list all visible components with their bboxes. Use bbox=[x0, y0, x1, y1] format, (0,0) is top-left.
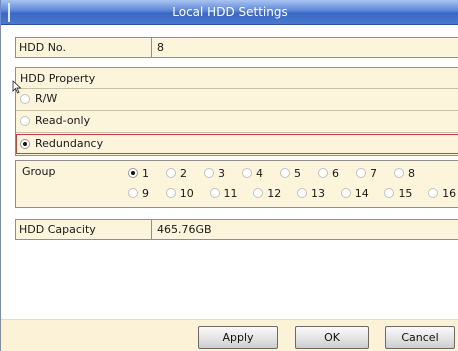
group-options: 1 2 3 4 5 6 7 8 9 10 11 12 13 14 15 16 bbox=[128, 163, 458, 203]
property-option-redundancy-label: Redundancy bbox=[35, 137, 104, 150]
hdd-capacity-row: HDD Capacity 465.76GB bbox=[15, 219, 458, 240]
cancel-button[interactable]: Cancel bbox=[385, 326, 455, 349]
group-option-15[interactable]: 15 bbox=[384, 187, 428, 200]
group-option-label: 1 bbox=[142, 166, 149, 180]
divider bbox=[16, 110, 458, 111]
group-option-label: 6 bbox=[332, 166, 339, 180]
group-option-label: 5 bbox=[294, 166, 301, 180]
group-option-9[interactable]: 9 bbox=[128, 187, 166, 200]
radio-group-11[interactable] bbox=[209, 188, 220, 198]
group-option-5[interactable]: 5 bbox=[280, 167, 318, 180]
hdd-no-label: HDD No. bbox=[19, 41, 66, 54]
group-option-label: 10 bbox=[179, 186, 194, 200]
apply-button[interactable]: Apply bbox=[198, 326, 278, 349]
group-option-3[interactable]: 3 bbox=[204, 167, 242, 180]
button-bar: Apply OK Cancel bbox=[1, 319, 458, 351]
radio-group-10[interactable] bbox=[165, 188, 176, 198]
radio-rw[interactable] bbox=[20, 93, 30, 104]
group-option-label: 11 bbox=[223, 186, 238, 200]
hdd-property-panel: HDD Property R/W Read-only Redundancy bbox=[15, 67, 458, 156]
property-option-read-only[interactable]: Read-only bbox=[20, 112, 90, 129]
radio-group-15[interactable] bbox=[384, 188, 395, 198]
radio-group-13[interactable] bbox=[296, 188, 307, 198]
dialog-title: Local HDD Settings bbox=[172, 5, 288, 19]
group-row-1: 1 2 3 4 5 6 7 8 bbox=[128, 163, 458, 183]
hdd-capacity-value: 465.76GB bbox=[157, 223, 212, 236]
property-option-read-only-label: Read-only bbox=[35, 114, 91, 127]
radio-group-3[interactable] bbox=[204, 168, 214, 178]
group-option-label: 12 bbox=[267, 186, 282, 200]
radio-redundancy[interactable] bbox=[20, 138, 30, 149]
radio-group-5[interactable] bbox=[280, 168, 290, 178]
hdd-property-heading: HDD Property bbox=[20, 72, 96, 85]
group-option-16[interactable]: 16 bbox=[428, 187, 458, 200]
group-option-7[interactable]: 7 bbox=[356, 167, 394, 180]
group-option-2[interactable]: 2 bbox=[166, 167, 204, 180]
group-option-6[interactable]: 6 bbox=[318, 167, 356, 180]
group-option-8[interactable]: 8 bbox=[394, 167, 432, 180]
radio-group-14[interactable] bbox=[340, 188, 351, 198]
radio-group-8[interactable] bbox=[394, 168, 404, 178]
ok-button[interactable]: OK bbox=[295, 326, 369, 349]
group-option-label: 3 bbox=[218, 166, 225, 180]
radio-group-1[interactable] bbox=[128, 168, 138, 178]
title-bar-edge bbox=[8, 3, 10, 22]
group-option-label: 4 bbox=[256, 166, 263, 180]
group-option-label: 15 bbox=[398, 186, 413, 200]
group-option-4[interactable]: 4 bbox=[242, 167, 280, 180]
radio-group-9[interactable] bbox=[128, 188, 138, 198]
radio-group-12[interactable] bbox=[253, 188, 264, 198]
radio-group-7[interactable] bbox=[356, 168, 366, 178]
radio-group-16[interactable] bbox=[428, 188, 439, 198]
group-option-1[interactable]: 1 bbox=[128, 167, 166, 180]
group-option-label: 13 bbox=[310, 186, 325, 200]
group-option-label: 2 bbox=[180, 166, 187, 180]
local-hdd-settings-dialog: Local HDD Settings HDD No. 8 HDD Propert… bbox=[0, 0, 458, 351]
group-option-12[interactable]: 12 bbox=[253, 187, 297, 200]
group-option-label: 8 bbox=[408, 166, 415, 180]
group-option-label: 14 bbox=[354, 186, 369, 200]
property-option-redundancy[interactable]: Redundancy bbox=[20, 135, 103, 152]
divider bbox=[16, 88, 458, 89]
group-option-13[interactable]: 13 bbox=[296, 186, 341, 200]
group-option-10[interactable]: 10 bbox=[165, 186, 210, 200]
hdd-capacity-label: HDD Capacity bbox=[19, 223, 96, 236]
group-panel: Group 1 2 3 4 5 6 7 8 9 10 11 12 13 14 1… bbox=[15, 160, 458, 208]
group-option-label: 9 bbox=[142, 186, 149, 200]
group-option-label: 7 bbox=[370, 166, 377, 180]
group-row-2: 9 10 11 12 13 14 15 16 bbox=[128, 183, 458, 203]
hdd-no-value: 8 bbox=[157, 41, 164, 54]
radio-read-only[interactable] bbox=[20, 115, 30, 126]
group-label: Group bbox=[22, 165, 56, 178]
radio-group-2[interactable] bbox=[166, 168, 176, 178]
title-bar: Local HDD Settings bbox=[1, 0, 458, 25]
mouse-pointer-icon bbox=[12, 80, 22, 94]
radio-group-4[interactable] bbox=[242, 168, 252, 178]
property-option-rw[interactable]: R/W bbox=[20, 90, 57, 107]
radio-group-6[interactable] bbox=[318, 168, 328, 178]
group-option-14[interactable]: 14 bbox=[340, 186, 385, 200]
divider bbox=[16, 132, 458, 133]
hdd-no-row: HDD No. 8 bbox=[15, 37, 458, 58]
group-option-11[interactable]: 11 bbox=[209, 186, 254, 200]
group-option-label: 16 bbox=[442, 186, 457, 200]
property-option-rw-label: R/W bbox=[35, 92, 58, 105]
